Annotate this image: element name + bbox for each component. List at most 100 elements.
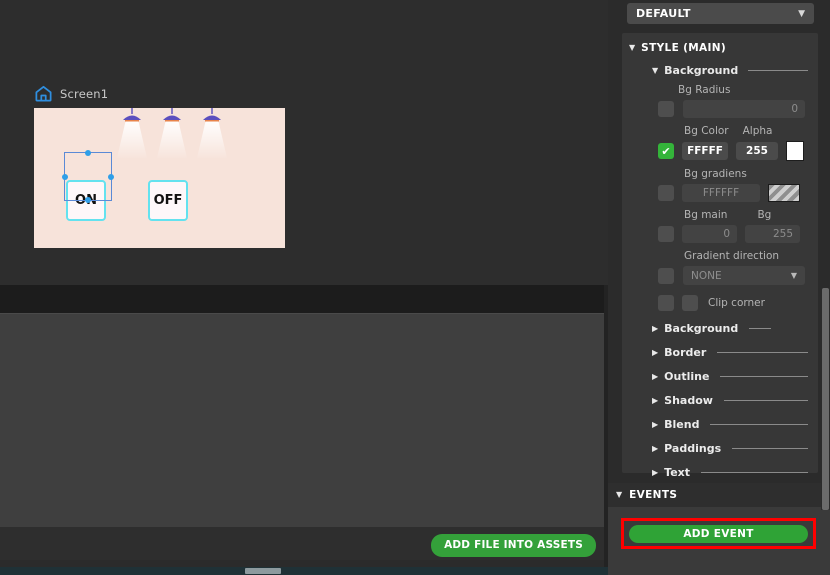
collapsed-section-border[interactable]: ▶ Border bbox=[622, 346, 818, 359]
collapsed-section-label: Blend bbox=[664, 418, 700, 431]
style-section: ▼ STYLE (MAIN) ▼ Background Bg Radius 0 … bbox=[622, 33, 818, 479]
assets-panel[interactable]: ADD FILE INTO ASSETS bbox=[0, 313, 604, 560]
events-section-header[interactable]: ▼ EVENTS bbox=[608, 483, 830, 507]
divider-rule bbox=[749, 328, 772, 329]
app-root: Screen1 ON OFF ADD FILE INTO ASSETS DEFA… bbox=[0, 0, 830, 575]
device-preview[interactable]: ON OFF bbox=[34, 108, 285, 248]
gradient-direction-label-row: Gradient direction bbox=[622, 250, 818, 262]
canvas-divider-band bbox=[0, 285, 604, 313]
events-section-title: EVENTS bbox=[629, 489, 678, 501]
bg-gradients-label: Bg gradiens bbox=[684, 168, 747, 180]
collapsed-section-label: Shadow bbox=[664, 394, 713, 407]
lamp-group bbox=[112, 108, 232, 162]
divider-rule bbox=[717, 352, 808, 353]
bg-gradients-label-row: Bg gradiens bbox=[622, 168, 818, 180]
chevron-right-icon: ▶ bbox=[652, 371, 659, 381]
screen-label: Screen1 bbox=[34, 84, 108, 103]
collapsed-section-label: Text bbox=[664, 466, 691, 479]
bg-alpha-input[interactable]: 255 bbox=[736, 142, 778, 160]
chevron-down-icon: ▼ bbox=[798, 8, 805, 19]
chevron-down-icon: ▼ bbox=[790, 271, 797, 280]
chevron-right-icon: ▶ bbox=[652, 323, 659, 333]
assets-footer: ADD FILE INTO ASSETS bbox=[0, 527, 604, 560]
bg-gradients-swatch[interactable] bbox=[768, 184, 800, 202]
clip-corner-checkbox[interactable] bbox=[682, 295, 698, 311]
bg-gradients-hex-input[interactable]: FFFFFF bbox=[682, 184, 760, 202]
style-section-header[interactable]: ▼ STYLE (MAIN) bbox=[622, 33, 818, 54]
preset-dropdown-value: DEFAULT bbox=[636, 7, 691, 20]
collapsed-section-label: Paddings bbox=[664, 442, 722, 455]
vertical-scrollbar[interactable] bbox=[821, 288, 830, 510]
horizontal-scrollbar-thumb[interactable] bbox=[245, 568, 281, 574]
bg-radius-input[interactable]: 0 bbox=[683, 100, 805, 118]
bg-radius-row: 0 bbox=[622, 100, 818, 118]
bg-color-swatch[interactable] bbox=[786, 141, 804, 161]
chevron-right-icon: ▶ bbox=[652, 467, 659, 477]
chevron-down-icon: ▼ bbox=[652, 65, 659, 75]
bg-radius-checkbox[interactable] bbox=[658, 101, 674, 117]
chevron-down-icon: ▼ bbox=[616, 490, 623, 499]
pendant-lamp-icon bbox=[152, 108, 192, 162]
collapsed-section-label: Border bbox=[664, 346, 707, 359]
home-icon bbox=[34, 84, 53, 103]
pendant-lamp-icon bbox=[192, 108, 232, 162]
divider-rule bbox=[723, 400, 808, 401]
bg-radius-label-row: Bg Radius bbox=[622, 84, 818, 96]
bg-color-hex-input[interactable]: FFFFF bbox=[682, 142, 728, 160]
chevron-right-icon: ▶ bbox=[652, 395, 659, 405]
design-canvas[interactable]: Screen1 ON OFF bbox=[0, 0, 608, 285]
device-button-off[interactable]: OFF bbox=[148, 180, 188, 221]
bg-radius-label: Bg Radius bbox=[678, 84, 731, 96]
preset-dropdown[interactable]: DEFAULT ▼ bbox=[627, 3, 814, 24]
bg-main-label-row: Bg main Bg bbox=[622, 209, 818, 221]
collapsed-section-label: Background bbox=[664, 322, 739, 335]
background-subsection-title: Background bbox=[664, 64, 739, 77]
collapsed-section-text[interactable]: ▶ Text bbox=[622, 466, 818, 479]
chevron-right-icon: ▶ bbox=[652, 419, 659, 429]
collapsed-section-background[interactable]: ▶ Background bbox=[622, 322, 818, 335]
chevron-right-icon: ▶ bbox=[652, 443, 659, 453]
divider-rule bbox=[748, 70, 808, 71]
chevron-right-icon: ▶ bbox=[652, 347, 659, 357]
gradient-direction-dropdown[interactable]: NONE ▼ bbox=[683, 266, 805, 285]
horizontal-scrollbar[interactable] bbox=[0, 567, 608, 575]
pendant-lamp-icon bbox=[112, 108, 152, 162]
bg-main-checkbox[interactable] bbox=[658, 226, 674, 242]
style-section-title: STYLE (MAIN) bbox=[641, 42, 727, 54]
divider-rule bbox=[732, 448, 808, 449]
events-section-body: ADD EVENT bbox=[608, 507, 830, 575]
screen-name-label: Screen1 bbox=[60, 86, 109, 101]
add-file-into-assets-button[interactable]: ADD FILE INTO ASSETS bbox=[431, 534, 596, 557]
bg-color-checkbox[interactable]: ✔ bbox=[658, 143, 674, 159]
clip-corner-enable-checkbox[interactable] bbox=[658, 295, 674, 311]
bg-secondary-label: Bg bbox=[757, 209, 772, 221]
collapsed-section-shadow[interactable]: ▶ Shadow bbox=[622, 394, 818, 407]
clip-corner-label: Clip corner bbox=[708, 297, 765, 309]
gradient-direction-label: Gradient direction bbox=[684, 250, 780, 262]
divider-rule bbox=[720, 376, 808, 377]
gradient-direction-row: NONE ▼ bbox=[622, 266, 818, 285]
clip-corner-row: Clip corner bbox=[622, 295, 818, 311]
gradient-direction-checkbox[interactable] bbox=[658, 267, 674, 284]
bg-color-label: Bg Color bbox=[684, 125, 729, 137]
bg-secondary-input[interactable]: 255 bbox=[745, 225, 800, 243]
collapsed-section-paddings[interactable]: ▶ Paddings bbox=[622, 442, 818, 455]
collapsed-section-label: Outline bbox=[664, 370, 710, 383]
bg-main-row: 0 255 bbox=[622, 225, 818, 243]
divider-rule bbox=[701, 472, 808, 473]
bg-color-row: ✔ FFFFF 255 bbox=[622, 141, 818, 161]
device-button-on[interactable]: ON bbox=[66, 180, 106, 221]
bg-main-label: Bg main bbox=[684, 209, 728, 221]
add-event-button[interactable]: ADD EVENT bbox=[629, 525, 808, 543]
bg-main-input[interactable]: 0 bbox=[682, 225, 737, 243]
bg-gradients-checkbox[interactable] bbox=[658, 185, 674, 201]
bg-gradients-row: FFFFFF bbox=[622, 184, 818, 202]
gradient-direction-value: NONE bbox=[691, 269, 722, 282]
divider-rule bbox=[710, 424, 808, 425]
vertical-scrollbar-thumb[interactable] bbox=[822, 288, 829, 510]
chevron-down-icon: ▼ bbox=[629, 43, 636, 52]
collapsed-section-blend[interactable]: ▶ Blend bbox=[622, 418, 818, 431]
background-subsection-header[interactable]: ▼ Background bbox=[622, 64, 818, 77]
bg-color-label-row: Bg Color Alpha bbox=[622, 125, 818, 137]
collapsed-section-outline[interactable]: ▶ Outline bbox=[622, 370, 818, 383]
